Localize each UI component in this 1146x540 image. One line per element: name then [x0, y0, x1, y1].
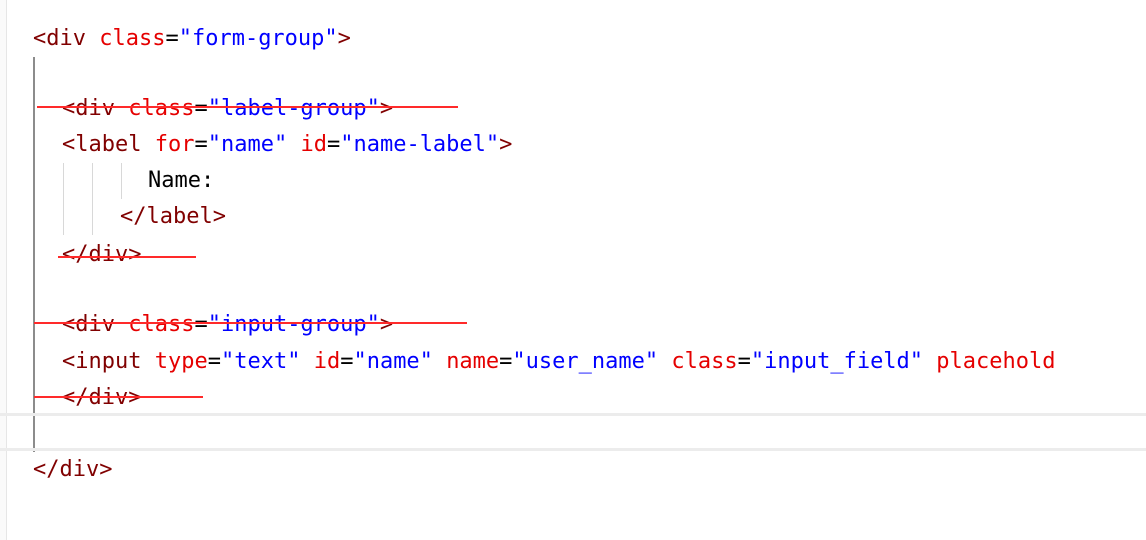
tag-close: > [499, 132, 513, 157]
tag-close: > [379, 312, 394, 337]
indent-guide [121, 163, 122, 199]
tag-open: <div [33, 26, 86, 51]
code-line-3[interactable]: <label for="name" id="name-label"> [62, 127, 512, 163]
tag-open: <div [62, 312, 115, 337]
equals: = [207, 349, 221, 374]
attr-name-name: name [446, 349, 500, 374]
strikethrough-line [58, 256, 196, 258]
current-line-top-border [0, 413, 1146, 416]
attr-value-id: "name" [353, 349, 433, 374]
equals: = [194, 96, 208, 121]
equals: = [326, 132, 341, 157]
attr-value: "input-group" [207, 312, 380, 337]
attr-value-class: "input_field" [750, 349, 924, 374]
attr-value: "form-group" [178, 26, 338, 51]
tag-close-div: </div> [62, 242, 142, 267]
indent-guide-main [33, 57, 35, 452]
strikethrough-line [37, 106, 458, 108]
tag-open: <div [62, 96, 115, 121]
equals: = [194, 312, 208, 337]
code-line-10[interactable]: </div> [33, 452, 112, 488]
indent-guide [92, 163, 93, 235]
tag-close-label: </label> [120, 204, 226, 229]
code-line-9[interactable]: </div> [62, 380, 141, 416]
equals: = [340, 349, 354, 374]
attr-value-name: "user_name" [512, 349, 659, 374]
attr-value: "label-group" [207, 96, 380, 121]
indent-guide [63, 163, 64, 235]
attr-name-id: id [313, 349, 341, 374]
attr-name-class: class [671, 349, 738, 374]
code-line-1[interactable]: <div class="form-group"> [33, 21, 351, 57]
attr-name-for: for [154, 132, 195, 157]
tag-close: > [337, 26, 351, 51]
tag-open: <input [62, 349, 142, 374]
code-line-8[interactable]: <input type="text" id="name" name="user_… [62, 344, 1056, 380]
strikethrough-line [34, 396, 203, 398]
equals: = [737, 349, 751, 374]
tag-close-div: </div> [33, 457, 113, 482]
attr-value-for: "name" [207, 132, 288, 157]
attr-name: class [128, 96, 195, 121]
code-line-6[interactable]: </div> [62, 237, 141, 273]
attr-value-id: "name-label" [340, 132, 500, 157]
attr-name-id: id [300, 132, 327, 157]
attr-name-placeholder: placehold [936, 349, 1056, 374]
strikethrough-line [34, 322, 467, 324]
code-line-2[interactable]: <div class="label-group"> [62, 91, 393, 127]
tag-close: > [379, 96, 394, 121]
equals: = [499, 349, 513, 374]
attr-name-type: type [154, 349, 208, 374]
label-text: Name: [148, 168, 215, 193]
attr-name: class [128, 312, 195, 337]
code-line-7[interactable]: <div class="input-group"> [62, 307, 393, 343]
equals: = [194, 132, 208, 157]
equals: = [165, 26, 179, 51]
tag-open: <label [62, 132, 142, 157]
code-line-5[interactable]: </label> [120, 199, 226, 235]
code-line-4[interactable]: Name: [148, 163, 214, 199]
attr-value-type: "text" [220, 349, 301, 374]
editor-gutter [0, 0, 7, 540]
current-line-bottom-border [0, 448, 1146, 451]
attr-name: class [99, 26, 166, 51]
